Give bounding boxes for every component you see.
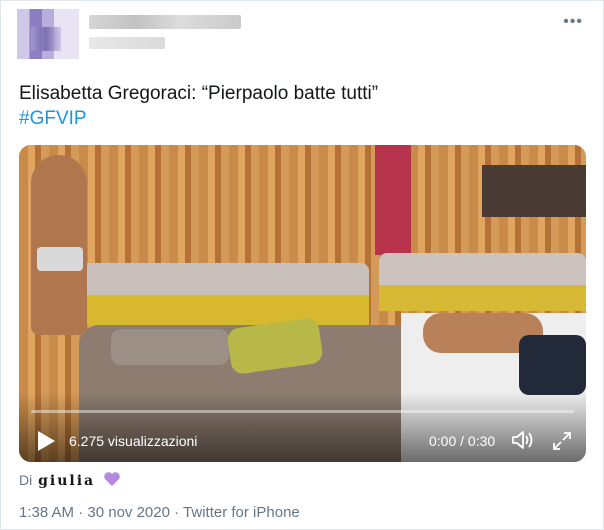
tweet-time[interactable]: 1:38 AM (19, 504, 74, 521)
tweet-text: Elisabetta Gregoraci: “Pierpaolo batte t… (19, 81, 579, 131)
attribution: Di giulia (19, 471, 121, 489)
tweet-date[interactable]: 30 nov 2020 (87, 504, 170, 521)
video-player[interactable]: 6.275 visualizzazioni 0:00 / 0:30 (19, 145, 586, 462)
separator: · (169, 504, 184, 521)
tweet-card: ••• Elisabetta Gregoraci: “Pierpaolo bat… (0, 0, 604, 530)
hashtag-link[interactable]: #GFVIP (19, 106, 579, 131)
tweet-source[interactable]: Twitter for iPhone (183, 504, 300, 521)
author-name-blurred[interactable] (89, 15, 241, 29)
video-progress-bar[interactable] (31, 410, 574, 413)
avatar[interactable] (17, 9, 79, 59)
attribution-user: giulia (38, 473, 96, 489)
separator: · (74, 504, 88, 521)
play-icon[interactable] (35, 429, 57, 453)
video-time: 0:00 / 0:30 (429, 433, 496, 449)
fullscreen-icon[interactable] (552, 431, 572, 451)
volume-icon[interactable] (511, 429, 535, 451)
view-count: 6.275 visualizzazioni (69, 433, 198, 449)
tweet-body: Elisabetta Gregoraci: “Pierpaolo batte t… (19, 83, 379, 104)
tweet-metadata: 1:38 AM · 30 nov 2020 · Twitter for iPho… (19, 504, 300, 521)
author-handle-blurred[interactable] (89, 37, 165, 49)
purple-heart-icon (104, 472, 120, 486)
attribution-prefix: Di (19, 472, 33, 488)
more-options-icon[interactable]: ••• (563, 13, 583, 31)
